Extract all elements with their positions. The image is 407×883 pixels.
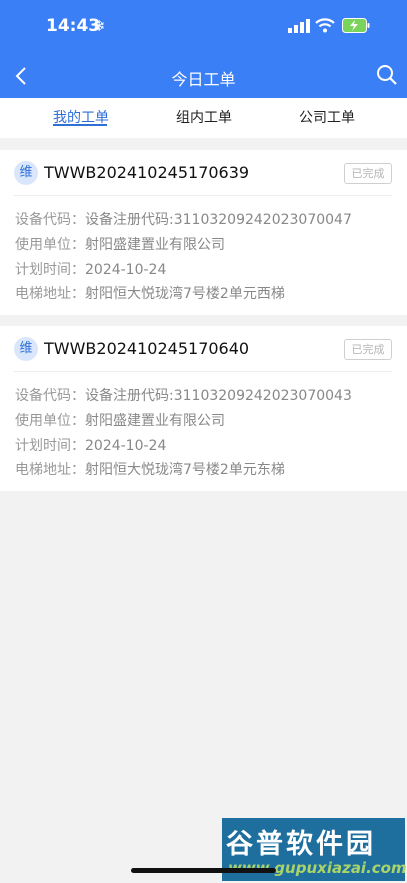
field-label: 使用单位： bbox=[15, 413, 85, 429]
field-value: 射阳盛建置业有限公司 bbox=[85, 413, 225, 429]
battery-charging-icon bbox=[342, 18, 370, 33]
field-value: 射阳恒大悦珑湾7号楼2单元西梯 bbox=[85, 286, 285, 302]
elevator-address-row: 电梯地址：射阳恒大悦珑湾7号楼2单元东梯 bbox=[15, 459, 285, 479]
field-label: 电梯地址： bbox=[15, 286, 85, 302]
status-time: 14:43 bbox=[46, 16, 101, 36]
page-title: 今日工单 bbox=[171, 70, 236, 89]
search-icon[interactable] bbox=[376, 64, 398, 86]
order-number: TWWB202410245170639 bbox=[44, 163, 250, 182]
order-number: TWWB202410245170640 bbox=[44, 339, 250, 358]
user-unit-row: 使用单位：射阳盛建置业有限公司 bbox=[15, 234, 225, 254]
wifi-icon bbox=[315, 18, 335, 33]
app-header: 14:43 ❄ 今日工单 bbox=[0, 0, 407, 98]
plan-time-row: 计划时间：2024-10-24 bbox=[15, 435, 166, 455]
tab-company-orders[interactable]: 公司工单 bbox=[299, 107, 355, 127]
active-tab-indicator bbox=[53, 124, 107, 126]
plan-time-row: 计划时间：2024-10-24 bbox=[15, 259, 166, 279]
device-code-row: 设备代码：设备注册代码:31103209242023070043 bbox=[15, 385, 352, 405]
field-value: 射阳盛建置业有限公司 bbox=[85, 237, 225, 253]
signal-icon bbox=[288, 19, 310, 33]
elevator-address-row: 电梯地址：射阳恒大悦珑湾7号楼2单元西梯 bbox=[15, 283, 285, 303]
watermark-text: 谷普软件园 bbox=[226, 829, 376, 860]
field-label: 设备代码： bbox=[15, 212, 85, 228]
nav-bar: 今日工单 bbox=[0, 54, 407, 98]
field-value: 2024-10-24 bbox=[85, 262, 167, 278]
tab-group-orders[interactable]: 组内工单 bbox=[176, 107, 232, 127]
status-badge: 已完成 bbox=[344, 163, 392, 184]
snowflake-icon: ❄ bbox=[93, 17, 106, 35]
field-value: 设备注册代码:31103209242023070043 bbox=[85, 388, 352, 404]
user-unit-row: 使用单位：射阳盛建置业有限公司 bbox=[15, 410, 225, 430]
field-label: 计划时间： bbox=[15, 262, 85, 278]
field-label: 电梯地址： bbox=[15, 462, 85, 478]
divider bbox=[14, 371, 392, 372]
status-badge: 已完成 bbox=[344, 339, 392, 360]
field-label: 计划时间： bbox=[15, 438, 85, 454]
work-order-card[interactable]: 维 TWWB202410245170639 已完成 设备代码：设备注册代码:31… bbox=[0, 150, 407, 315]
work-order-card[interactable]: 维 TWWB202410245170640 已完成 设备代码：设备注册代码:31… bbox=[0, 326, 407, 491]
field-value: 射阳恒大悦珑湾7号楼2单元东梯 bbox=[85, 462, 285, 478]
maintenance-badge: 维 bbox=[14, 337, 38, 361]
maintenance-badge: 维 bbox=[14, 161, 38, 185]
field-value: 设备注册代码:31103209242023070047 bbox=[85, 212, 352, 228]
device-code-row: 设备代码：设备注册代码:31103209242023070047 bbox=[15, 209, 352, 229]
tab-bar: 我的工单 组内工单 公司工单 bbox=[0, 98, 407, 138]
divider bbox=[14, 195, 392, 196]
field-value: 2024-10-24 bbox=[85, 438, 167, 454]
home-indicator[interactable] bbox=[131, 868, 276, 873]
field-label: 设备代码： bbox=[15, 388, 85, 404]
field-label: 使用单位： bbox=[15, 237, 85, 253]
status-bar: 14:43 ❄ bbox=[0, 0, 407, 50]
